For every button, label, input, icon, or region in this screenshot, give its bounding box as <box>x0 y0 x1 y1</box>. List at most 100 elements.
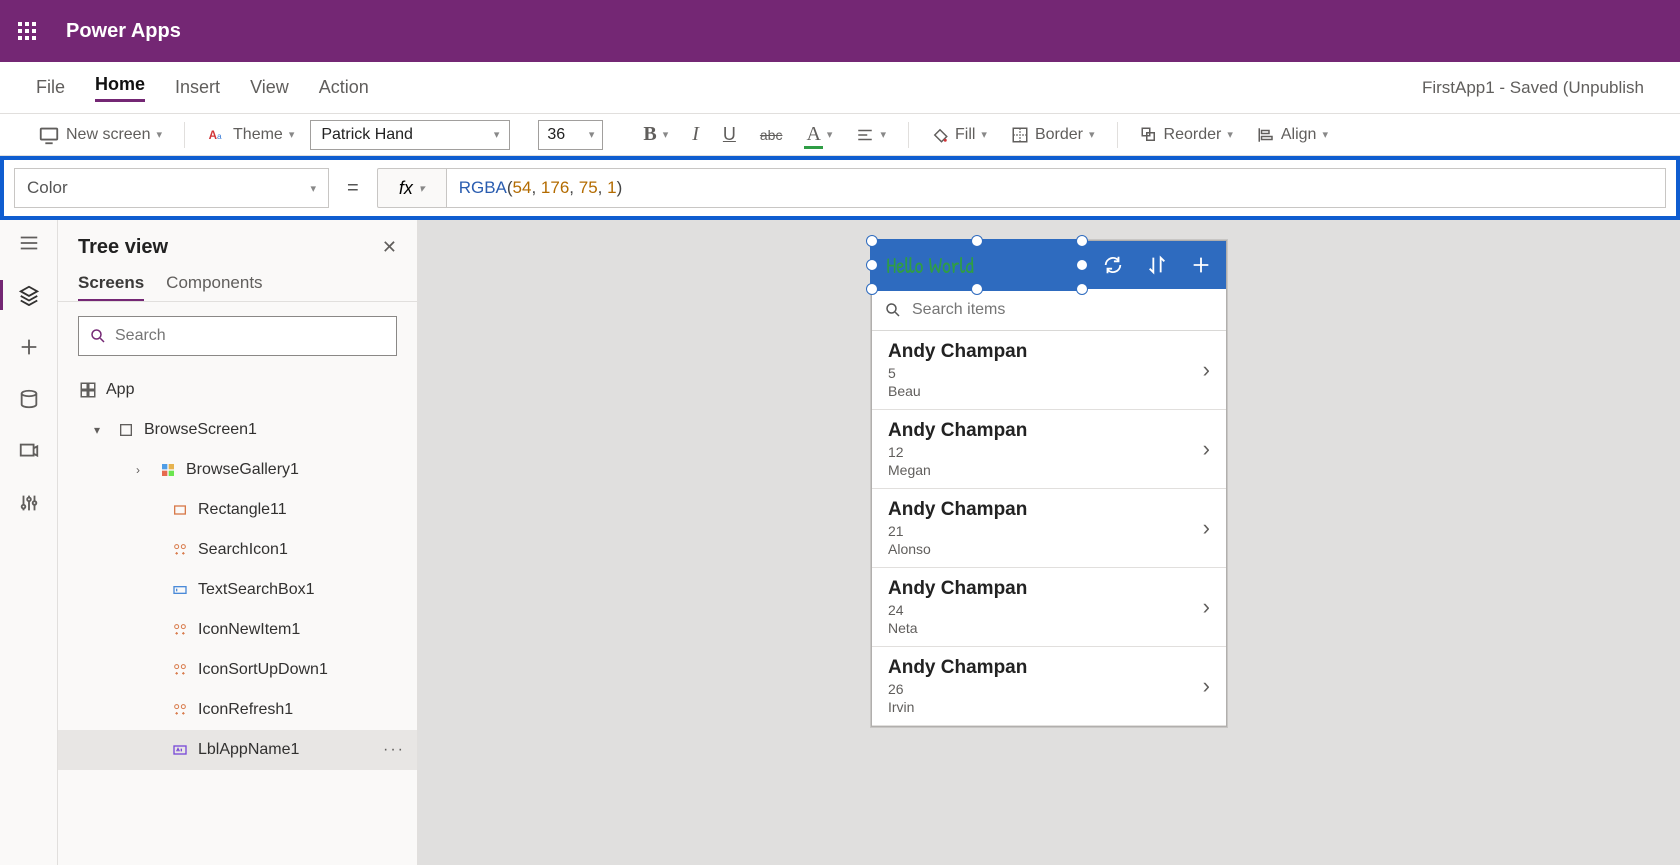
phone-preview[interactable]: Hello World Andy Champan5Beau› Andy Champ… <box>871 240 1227 727</box>
label-icon <box>172 742 188 758</box>
rail-insert[interactable] <box>0 336 57 358</box>
chevron-down-icon: ▾ <box>981 128 987 141</box>
preview-gallery[interactable]: Andy Champan5Beau›Andy Champan12Megan›An… <box>872 331 1226 726</box>
preview-header[interactable]: Hello World <box>872 241 1226 289</box>
gallery-item[interactable]: Andy Champan5Beau› <box>872 331 1226 410</box>
fx-button[interactable]: fx ▾ <box>377 168 447 208</box>
tree-item-label: IconNewItem1 <box>198 621 300 639</box>
preview-search-row[interactable] <box>872 289 1226 331</box>
rail-media[interactable] <box>0 440 57 462</box>
chevron-down-icon: ▾ <box>1089 128 1095 141</box>
tree-search[interactable] <box>78 316 397 356</box>
item-name: Andy Champan <box>888 657 1027 679</box>
reorder-button[interactable]: Reorder ▾ <box>1132 126 1241 144</box>
layers-icon <box>18 284 40 306</box>
chevron-down-icon: ▾ <box>1227 128 1233 141</box>
tree-gallery[interactable]: › BrowseGallery1 <box>58 450 417 490</box>
rail-data[interactable] <box>0 388 57 410</box>
screen-icon <box>38 124 60 146</box>
chevron-down-icon: ▾ <box>880 128 886 141</box>
tree-item-label: Rectangle11 <box>198 501 287 519</box>
chevron-down-icon: ▾ <box>1322 128 1328 141</box>
menu-file[interactable]: File <box>36 77 65 98</box>
tree-item[interactable]: IconNewItem1 <box>58 610 417 650</box>
item-num: 5 <box>888 365 1027 381</box>
chevron-right-icon[interactable]: › <box>1203 515 1210 541</box>
gallery-item[interactable]: Andy Champan21Alonso› <box>872 489 1226 568</box>
border-button[interactable]: Border ▾ <box>1003 126 1103 144</box>
tree-item[interactable]: SearchIcon1 <box>58 530 417 570</box>
text-align-button[interactable]: ▾ <box>848 126 894 144</box>
new-screen-label: New screen <box>66 126 150 144</box>
tree-app[interactable]: App <box>58 370 417 410</box>
more-icon[interactable]: ··· <box>383 741 405 759</box>
tab-components[interactable]: Components <box>166 267 262 301</box>
rail-tree-view[interactable] <box>0 284 57 306</box>
property-select[interactable]: Color ▾ <box>14 168 329 208</box>
chevron-right-icon[interactable]: › <box>1203 594 1210 620</box>
gallery-item[interactable]: Andy Champan24Neta› <box>872 568 1226 647</box>
formula-bar-highlight: Color ▾ = fx ▾ RGBA(54, 176, 75, 1) <box>0 156 1680 220</box>
fill-label: Fill <box>955 126 975 144</box>
formula-fn: RGBA <box>459 178 507 198</box>
font-select[interactable]: Patrick Hand ▾ <box>310 120 510 150</box>
canvas[interactable]: Hello World Andy Champan5Beau› Andy Champ… <box>418 220 1680 865</box>
tree-item[interactable]: Rectangle11 <box>58 490 417 530</box>
italic-button[interactable]: I <box>684 123 707 146</box>
tree-screen[interactable]: ▾ BrowseScreen1 <box>58 410 417 450</box>
item-num: 12 <box>888 444 1027 460</box>
theme-button[interactable]: Aa Theme ▾ <box>199 125 302 145</box>
menu-view[interactable]: View <box>250 77 289 98</box>
chevron-right-icon[interactable]: › <box>1203 357 1210 383</box>
tree-screen-label: BrowseScreen1 <box>144 421 257 439</box>
chevron-down-icon: ▾ <box>589 128 595 141</box>
item-sub: Megan <box>888 462 1027 478</box>
toolbar: New screen ▾ Aa Theme ▾ Patrick Hand ▾ 3… <box>0 114 1680 156</box>
control-icon <box>172 702 188 718</box>
titlebar: Power Apps <box>0 0 1680 62</box>
chevron-right-icon: › <box>136 463 150 477</box>
control-icon <box>172 662 188 678</box>
font-size-select[interactable]: 36 ▾ <box>538 120 603 150</box>
property-name: Color <box>27 178 68 198</box>
plus-icon[interactable] <box>1190 254 1212 276</box>
strikethrough-button[interactable]: abc <box>752 127 791 143</box>
align-button[interactable]: Align ▾ <box>1249 126 1336 144</box>
tab-screens[interactable]: Screens <box>78 267 144 301</box>
font-name: Patrick Hand <box>321 126 413 144</box>
font-color-button[interactable]: A▾ <box>798 123 840 146</box>
fill-button[interactable]: Fill ▾ <box>923 126 995 144</box>
gallery-item[interactable]: Andy Champan26Irvin› <box>872 647 1226 726</box>
search-icon <box>884 301 902 319</box>
gallery-icon <box>160 462 176 478</box>
formula-input[interactable]: RGBA(54, 176, 75, 1) <box>447 168 1666 208</box>
rail-hamburger[interactable] <box>0 232 57 254</box>
rail-advanced[interactable] <box>0 492 57 514</box>
menubar: File Home Insert View Action FirstApp1 -… <box>0 62 1680 114</box>
underline-button[interactable]: U <box>715 124 744 145</box>
preview-search-input[interactable] <box>912 301 1214 319</box>
reorder-label: Reorder <box>1164 126 1222 144</box>
tree-item[interactable]: IconRefresh1 <box>58 690 417 730</box>
menu-action[interactable]: Action <box>319 77 369 98</box>
tree-search-input[interactable] <box>115 327 386 345</box>
refresh-icon[interactable] <box>1102 254 1124 276</box>
bold-button[interactable]: B▾ <box>635 123 676 146</box>
chevron-right-icon[interactable]: › <box>1203 673 1210 699</box>
tree-item-selected[interactable]: LblAppName1 ··· <box>58 730 417 770</box>
menu-home[interactable]: Home <box>95 74 145 102</box>
tree-item[interactable]: TextSearchBox1 <box>58 570 417 610</box>
new-screen-button[interactable]: New screen ▾ <box>30 124 170 146</box>
item-name: Andy Champan <box>888 578 1027 600</box>
theme-label: Theme <box>233 126 283 144</box>
app-launcher-icon[interactable] <box>18 22 36 40</box>
menu-insert[interactable]: Insert <box>175 77 220 98</box>
gallery-item[interactable]: Andy Champan12Megan› <box>872 410 1226 489</box>
chevron-right-icon[interactable]: › <box>1203 436 1210 462</box>
sort-icon[interactable] <box>1146 254 1168 276</box>
close-panel-button[interactable]: ✕ <box>382 237 397 258</box>
chevron-down-icon: ▾ <box>156 128 162 141</box>
border-icon <box>1011 126 1029 144</box>
tree-item[interactable]: IconSortUpDown1 <box>58 650 417 690</box>
reorder-icon <box>1140 126 1158 144</box>
